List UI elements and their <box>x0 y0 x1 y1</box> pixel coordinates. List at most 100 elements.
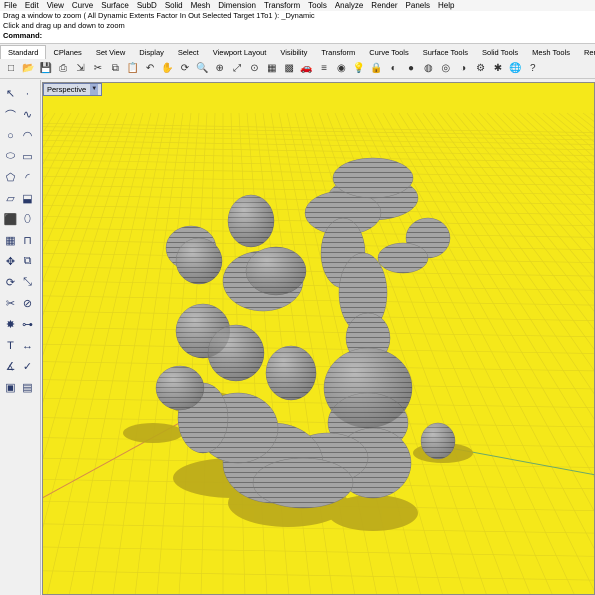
select-arrow-icon[interactable]: ↖ <box>3 86 18 101</box>
command-history-line: Click and drag up and down to zoom <box>3 21 125 30</box>
box-icon[interactable]: ⬛ <box>3 212 18 227</box>
menu-subd[interactable]: SubD <box>133 1 161 10</box>
menu-tools[interactable]: Tools <box>304 1 331 10</box>
standard-toolbar: □ 📂 💾 ⎙ ⇲ ✂ ⧉ 📋 ↶ ✋ ⟳ 🔍 ⊕ ⤢ ⊙ ▦ ▩ 🚗 ≡ ◉ 💡 🔒 ◐ ● ◍ ◎ ◑ ⚙ ✱ 🌐? <box>0 59 595 79</box>
menu-help[interactable]: Help <box>434 1 458 10</box>
grid-icon[interactable]: ▩ <box>282 62 296 76</box>
viewport-scene[interactable] <box>43 83 595 595</box>
analyze-icon[interactable]: ∡ <box>3 359 18 374</box>
tab-standard[interactable]: Standard <box>0 45 47 59</box>
undo-icon[interactable]: ↶ <box>143 62 157 76</box>
pan-icon[interactable]: ✋ <box>161 62 175 76</box>
viewport-title: Perspective <box>47 85 87 94</box>
copy-icon[interactable]: ⧉ <box>108 62 122 76</box>
boolean-icon[interactable]: ⊓ <box>20 233 35 248</box>
command-prompt[interactable]: Command: <box>0 31 595 41</box>
point-icon[interactable]: · <box>20 86 35 101</box>
polygon-icon[interactable]: ⬠ <box>3 170 18 185</box>
options-icon[interactable]: ⚙ <box>474 62 488 76</box>
tab-solid-tools[interactable]: Solid Tools <box>475 48 525 57</box>
sphere-icon[interactable]: ◍ <box>421 62 435 76</box>
arc-icon[interactable]: ◠ <box>20 128 35 143</box>
menu-panels[interactable]: Panels <box>402 1 434 10</box>
lightbulb-icon[interactable]: 💡 <box>352 62 366 76</box>
menu-view[interactable]: View <box>43 1 68 10</box>
group-icon[interactable]: ▤ <box>20 380 35 395</box>
command-area[interactable]: Drag a window to zoom ( All Dynamic Exte… <box>0 11 595 44</box>
perspective-viewport[interactable] <box>42 82 595 595</box>
properties-icon[interactable]: ◉ <box>334 62 348 76</box>
check-icon[interactable]: ✓ <box>20 359 35 374</box>
menu-mesh[interactable]: Mesh <box>187 1 215 10</box>
puzzle-icon[interactable]: ✱ <box>491 62 505 76</box>
menu-solid[interactable]: Solid <box>161 1 187 10</box>
new-icon[interactable]: □ <box>4 62 18 76</box>
car-icon[interactable]: 🚗 <box>300 62 314 76</box>
tab-set-view[interactable]: Set View <box>89 48 132 57</box>
menu-edit[interactable]: Edit <box>21 1 43 10</box>
scale-icon[interactable]: ⤡ <box>20 275 35 290</box>
paste-icon[interactable]: 📋 <box>126 62 140 76</box>
render-icon[interactable]: ◐ <box>387 62 401 76</box>
curve-icon[interactable]: ∿ <box>20 107 35 122</box>
lock-icon[interactable]: 🔒 <box>369 62 383 76</box>
menu-transform[interactable]: Transform <box>260 1 304 10</box>
shade-icon[interactable]: ◑ <box>456 62 470 76</box>
tab-render[interactable]: Render <box>577 48 595 57</box>
four-viewports-icon[interactable]: ▦ <box>265 62 279 76</box>
tab-curve-tools[interactable]: Curve Tools <box>362 48 415 57</box>
menu-curve[interactable]: Curve <box>68 1 97 10</box>
tab-surface-tools[interactable]: Surface Tools <box>416 48 475 57</box>
tab-mesh-tools[interactable]: Mesh Tools <box>525 48 577 57</box>
block-icon[interactable]: ▣ <box>3 380 18 395</box>
material-icon[interactable]: ● <box>404 62 418 76</box>
zoom-selected-icon[interactable]: ⊙ <box>247 62 261 76</box>
tab-display[interactable]: Display <box>132 48 171 57</box>
zoom-dynamic-icon[interactable]: 🔍 <box>195 62 209 76</box>
extrude-icon[interactable]: ⬓ <box>20 191 35 206</box>
tab-select[interactable]: Select <box>171 48 206 57</box>
import-icon[interactable]: ⇲ <box>74 62 88 76</box>
open-icon[interactable]: 📂 <box>21 62 35 76</box>
rectangle-icon[interactable]: ▭ <box>20 149 35 164</box>
environment-icon[interactable]: ◎ <box>439 62 453 76</box>
polyline-icon[interactable]: ⌒ <box>3 107 18 122</box>
surface-icon[interactable]: ▱ <box>3 191 18 206</box>
help-icon[interactable]: ? <box>526 62 540 76</box>
menu-surface[interactable]: Surface <box>97 1 133 10</box>
ellipse-icon[interactable]: ⬭ <box>3 149 18 164</box>
save-icon[interactable]: 💾 <box>39 62 53 76</box>
cylinder-icon[interactable]: ⬯ <box>20 212 35 227</box>
copy-icon[interactable]: ⧉ <box>20 254 35 269</box>
fillet-icon[interactable]: ◜ <box>20 170 35 185</box>
menu-dimension[interactable]: Dimension <box>214 1 260 10</box>
text-icon[interactable]: T <box>3 338 18 353</box>
print-icon[interactable]: ⎙ <box>56 62 70 76</box>
zoom-window-icon[interactable]: ⊕ <box>213 62 227 76</box>
viewport-title-tab[interactable]: Perspective ▼ <box>43 83 103 96</box>
trim-icon[interactable]: ✂ <box>3 296 18 311</box>
cut-icon[interactable]: ✂ <box>91 62 105 76</box>
tab-transform[interactable]: Transform <box>314 48 362 57</box>
join-icon[interactable]: ⊶ <box>20 317 35 332</box>
menu-analyze[interactable]: Analyze <box>331 1 367 10</box>
command-history-line: Drag a window to zoom ( All Dynamic Exte… <box>3 11 315 20</box>
tab-visibility[interactable]: Visibility <box>273 48 314 57</box>
tab-cplanes[interactable]: CPlanes <box>46 48 88 57</box>
menu-render[interactable]: Render <box>367 1 401 10</box>
mesh-icon[interactable]: ▦ <box>3 233 18 248</box>
dimension-icon[interactable]: ↔ <box>20 338 35 353</box>
move-icon[interactable]: ✥ <box>3 254 18 269</box>
explode-icon[interactable]: ✸ <box>3 317 18 332</box>
rotate-icon[interactable]: ⟳ <box>178 62 192 76</box>
circle-icon[interactable]: ○ <box>3 128 18 143</box>
left-sidebar: ↖ · ⌒ ∿ ○ ◠ ⬭ ▭ ⬠ ◜ ▱ ⬓ ⬛ ⬯ ▦ ⊓ ✥ ⧉ ⟳ ⤡ ✂ ⊘ ✸ ⊶ T ↔ ∡ ✓ ▣ ▤ <box>0 80 41 595</box>
split-icon[interactable]: ⊘ <box>20 296 35 311</box>
zoom-extents-icon[interactable]: ⤢ <box>230 62 244 76</box>
tab-viewport-layout[interactable]: Viewport Layout <box>206 48 274 57</box>
viewport-menu-dropdown-icon[interactable]: ▼ <box>90 84 99 95</box>
menu-file[interactable]: File <box>0 1 21 10</box>
globe-icon[interactable]: 🌐 <box>508 62 522 76</box>
rotate-icon[interactable]: ⟳ <box>3 275 18 290</box>
layer-icon[interactable]: ≡ <box>317 62 331 76</box>
